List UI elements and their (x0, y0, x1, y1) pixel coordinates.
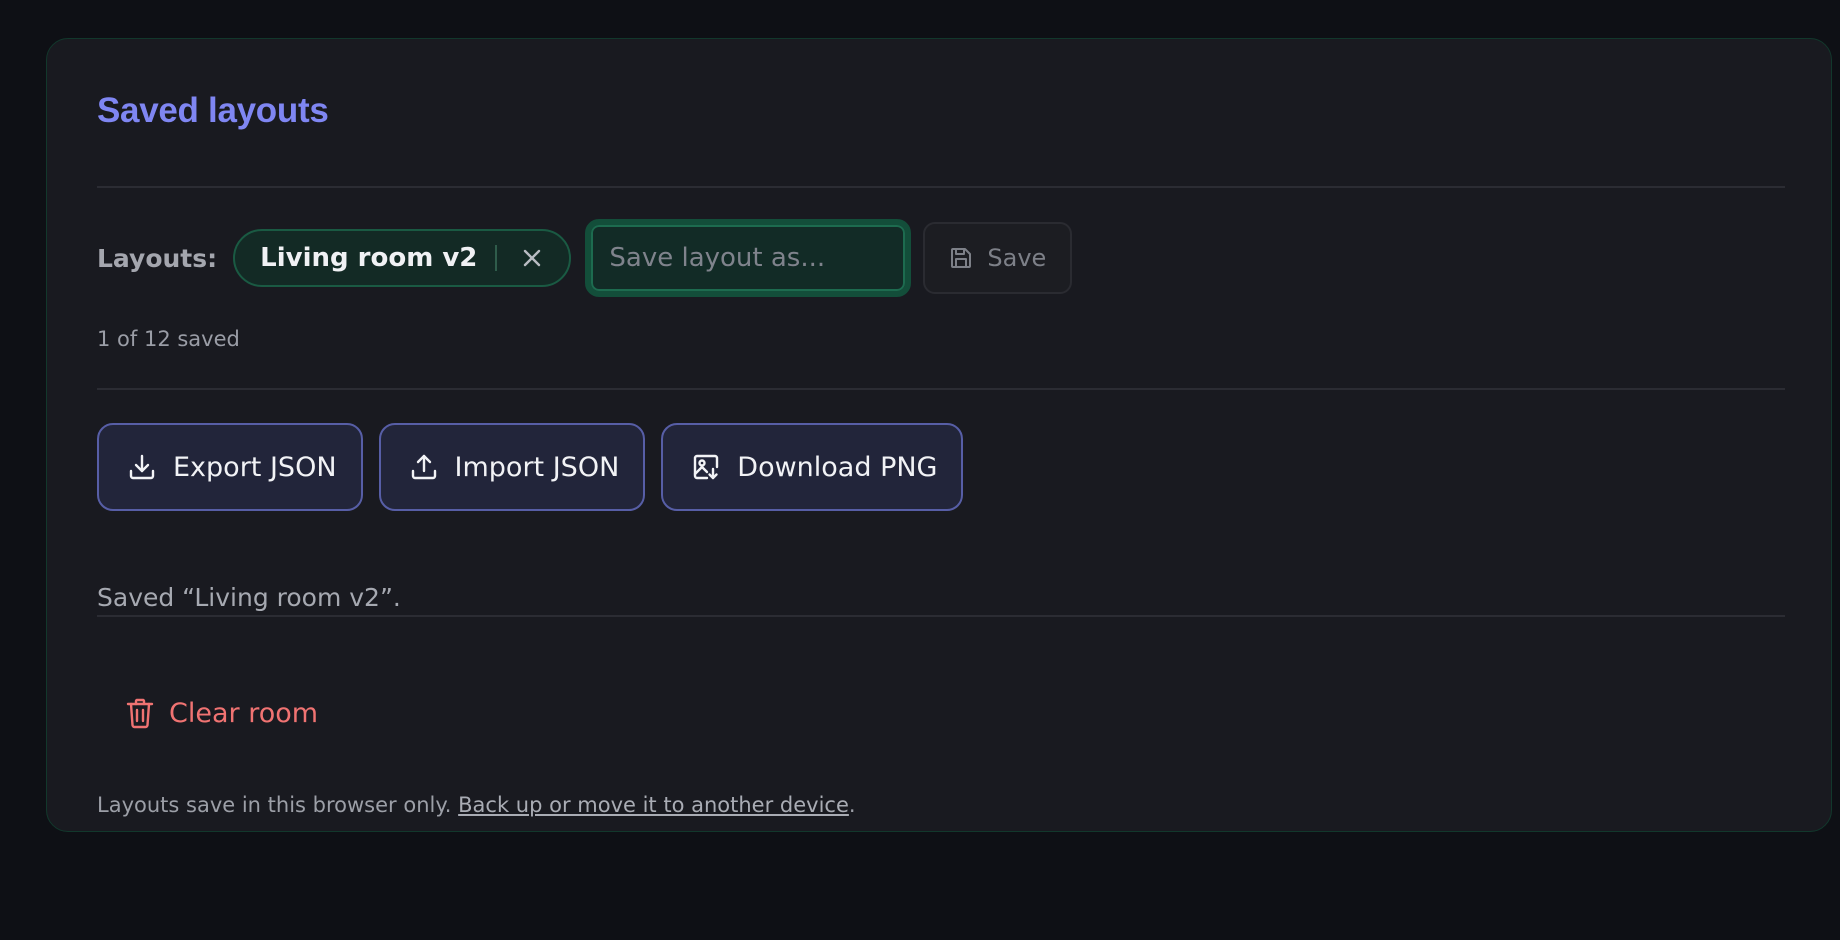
layouts-label: Layouts: (97, 243, 218, 273)
divider (97, 186, 1785, 188)
actions-row: Export JSON Import JSON Download PNG (97, 423, 979, 511)
save-layout-input[interactable] (585, 219, 912, 297)
export-json-button[interactable]: Export JSON (97, 423, 363, 511)
footer-note: Layouts save in this browser only. Back … (97, 793, 856, 817)
image-download-icon (691, 452, 737, 482)
status-message: Saved “Living room v2”. (97, 583, 401, 612)
trash-icon (125, 697, 169, 729)
clear-room-label: Clear room (169, 697, 319, 729)
clear-room-button[interactable]: Clear room (125, 697, 318, 729)
layout-chip-label: Living room v2 (260, 243, 478, 273)
save-button-label: Save (987, 244, 1047, 272)
download-icon (127, 452, 173, 482)
floppy-disk-icon (949, 246, 987, 270)
download-png-label: Download PNG (737, 451, 938, 483)
chip-separator (495, 245, 498, 271)
footer-suffix: . (848, 793, 856, 817)
divider (97, 388, 1785, 390)
footer-text: Layouts save in this browser only. (97, 793, 452, 817)
close-icon[interactable] (521, 247, 543, 269)
download-png-button[interactable]: Download PNG (661, 423, 964, 511)
divider (97, 615, 1785, 617)
upload-icon (409, 452, 455, 482)
backup-link[interactable]: Back up or move it to another device (458, 793, 849, 817)
layouts-row: Layouts: Living room v2 Save (97, 219, 1073, 297)
layout-chip[interactable]: Living room v2 (233, 229, 572, 287)
export-json-label: Export JSON (173, 451, 337, 483)
import-json-button[interactable]: Import JSON (378, 423, 646, 511)
panel-title: Saved layouts (97, 91, 329, 130)
saved-count: 1 of 12 saved (97, 327, 240, 351)
save-button[interactable]: Save (923, 222, 1073, 294)
import-json-label: Import JSON (454, 451, 620, 483)
saved-layouts-panel: Saved layouts Layouts: Living room v2 Sa… (46, 38, 1832, 832)
